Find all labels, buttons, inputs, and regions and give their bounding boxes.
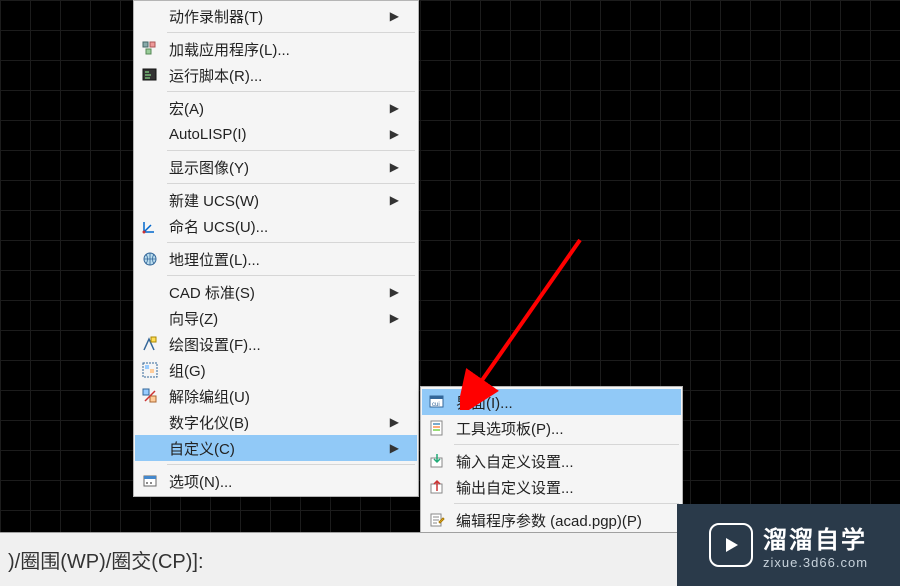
tools-menu-item-12[interactable]: 组(G) <box>135 357 417 383</box>
tools-menu-item-11[interactable]: 绘图设置(F)... <box>135 331 417 357</box>
menu-item-label: 宏(A) <box>165 98 389 119</box>
submenu-arrow-icon: ▶ <box>389 285 399 299</box>
globe-icon <box>135 246 165 272</box>
customize-submenu-item-0[interactable]: cui 界面(I)... <box>422 389 681 415</box>
menu-separator <box>167 464 415 465</box>
menu-item-label: 组(G) <box>165 360 399 381</box>
submenu-arrow-icon: ▶ <box>389 160 399 174</box>
tools-menu-item-16[interactable]: 选项(N)... <box>135 468 417 494</box>
customize-submenu-item-1[interactable]: 工具选项板(P)... <box>422 415 681 441</box>
tools-menu-item-6[interactable]: 新建 UCS(W)▶ <box>135 187 417 213</box>
group-icon <box>135 357 165 383</box>
customize-submenu-item-3[interactable]: 输出自定义设置... <box>422 474 681 500</box>
menu-item-label: 工具选项板(P)... <box>452 418 663 439</box>
menu-item-label: 界面(I)... <box>452 392 663 413</box>
export-icon <box>422 474 452 500</box>
tools-menu-item-2[interactable]: 运行脚本(R)... <box>135 62 417 88</box>
menu-item-label: 解除编组(U) <box>165 386 399 407</box>
blank <box>135 121 165 147</box>
submenu-arrow-icon: ▶ <box>389 101 399 115</box>
menu-item-label: CAD 标准(S) <box>165 282 389 303</box>
customize-submenu: cui 界面(I)... 工具选项板(P)... 输入自定义设置... 输出自定义设置.… <box>420 386 683 536</box>
tools-menu-item-7[interactable]: 命名 UCS(U)... <box>135 213 417 239</box>
menu-item-label: 数字化仪(B) <box>165 412 389 433</box>
blank <box>135 187 165 213</box>
tools-menu-item-13[interactable]: 解除编组(U) <box>135 383 417 409</box>
tools-menu-item-1[interactable]: 加载应用程序(L)... <box>135 36 417 62</box>
submenu-arrow-icon: ▶ <box>389 9 399 23</box>
blank <box>135 3 165 29</box>
menu-item-label: 动作录制器(T) <box>165 6 389 27</box>
blank <box>135 279 165 305</box>
submenu-arrow-icon: ▶ <box>389 193 399 207</box>
draft-settings-icon <box>135 331 165 357</box>
menu-item-label: 输入自定义设置... <box>452 451 663 472</box>
submenu-arrow-icon: ▶ <box>389 311 399 325</box>
tools-menu-item-9[interactable]: CAD 标准(S)▶ <box>135 279 417 305</box>
blank <box>135 95 165 121</box>
menu-item-label: 地理位置(L)... <box>165 249 399 270</box>
svg-text:cui: cui <box>432 402 440 408</box>
menu-item-label: 命名 UCS(U)... <box>165 216 399 237</box>
menu-separator <box>167 242 415 243</box>
ucs-icon <box>135 213 165 239</box>
blank <box>135 435 165 461</box>
tools-menu-item-15[interactable]: 自定义(C)▶ <box>135 435 417 461</box>
options-icon <box>135 468 165 494</box>
menu-item-label: 向导(Z) <box>165 308 389 329</box>
tools-menu-item-0[interactable]: 动作录制器(T)▶ <box>135 3 417 29</box>
tools-menu-item-4[interactable]: AutoLISP(I)▶ <box>135 121 417 147</box>
menu-separator <box>167 275 415 276</box>
logo-title: 溜溜自学 <box>763 520 868 555</box>
menu-separator <box>454 503 679 504</box>
menu-separator <box>167 183 415 184</box>
command-prompt-text: )/圈围(WP)/圈交(CP)]: <box>8 545 204 574</box>
blank <box>135 409 165 435</box>
watermark-logo: 溜溜自学 zixue.3d66.com <box>677 504 900 586</box>
menu-separator <box>454 444 679 445</box>
edit-pgp-icon <box>422 507 452 533</box>
menu-item-label: 选项(N)... <box>165 471 399 492</box>
tools-menu-item-8[interactable]: 地理位置(L)... <box>135 246 417 272</box>
customize-submenu-item-4[interactable]: 编辑程序参数 (acad.pgp)(P) <box>422 507 681 533</box>
menu-item-label: 新建 UCS(W) <box>165 190 389 211</box>
import-icon <box>422 448 452 474</box>
blank <box>135 154 165 180</box>
tools-menu-item-10[interactable]: 向导(Z)▶ <box>135 305 417 331</box>
blank <box>135 305 165 331</box>
menu-item-label: 输出自定义设置... <box>452 477 663 498</box>
tools-menu-item-14[interactable]: 数字化仪(B)▶ <box>135 409 417 435</box>
menu-item-label: AutoLISP(I) <box>165 126 389 143</box>
menu-separator <box>167 91 415 92</box>
submenu-arrow-icon: ▶ <box>389 441 399 455</box>
tools-menu-item-5[interactable]: 显示图像(Y)▶ <box>135 154 417 180</box>
logo-subtitle: zixue.3d66.com <box>763 555 868 570</box>
customize-submenu-item-2[interactable]: 输入自定义设置... <box>422 448 681 474</box>
tools-menu-item-3[interactable]: 宏(A)▶ <box>135 95 417 121</box>
submenu-arrow-icon: ▶ <box>389 127 399 141</box>
menu-item-label: 编辑程序参数 (acad.pgp)(P) <box>452 510 663 531</box>
cui-icon: cui <box>422 389 452 415</box>
menu-item-label: 加载应用程序(L)... <box>165 39 399 60</box>
submenu-arrow-icon: ▶ <box>389 415 399 429</box>
menu-item-label: 运行脚本(R)... <box>165 65 399 86</box>
ungroup-icon <box>135 383 165 409</box>
menu-separator <box>167 150 415 151</box>
menu-separator <box>167 32 415 33</box>
menu-item-label: 自定义(C) <box>165 438 389 459</box>
menu-item-label: 显示图像(Y) <box>165 157 389 178</box>
apps-icon <box>135 36 165 62</box>
tools-context-menu: 动作录制器(T)▶加载应用程序(L)...运行脚本(R)...宏(A)▶Auto… <box>133 0 419 497</box>
palette-icon <box>422 415 452 441</box>
play-icon <box>709 523 753 567</box>
menu-item-label: 绘图设置(F)... <box>165 334 399 355</box>
script-icon <box>135 62 165 88</box>
